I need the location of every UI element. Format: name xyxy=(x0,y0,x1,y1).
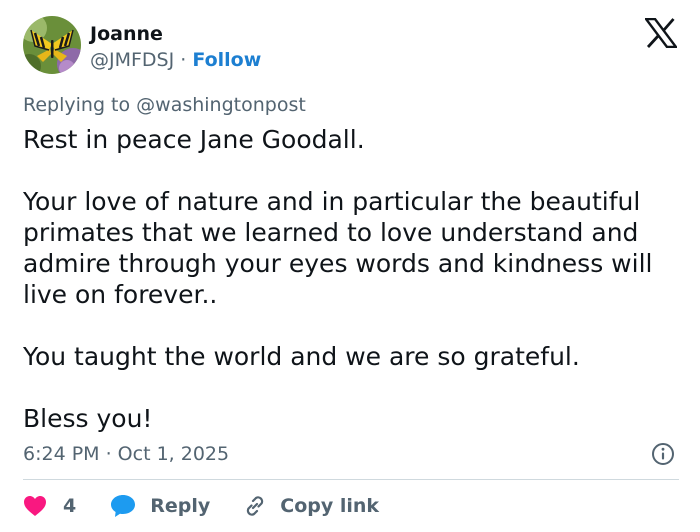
reply-button[interactable]: Reply xyxy=(110,494,210,518)
x-logo-icon[interactable] xyxy=(643,17,679,49)
action-bar: 4 Reply Copy link xyxy=(23,491,379,521)
divider xyxy=(23,479,679,480)
tweet-text: Rest in peace Jane Goodall. Your love of… xyxy=(23,124,683,434)
reply-label: Reply xyxy=(150,495,211,517)
tweet-paragraph: You taught the world and we are so grate… xyxy=(23,342,580,371)
handle-separator: · xyxy=(174,49,193,71)
avatar[interactable] xyxy=(23,16,81,74)
copy-link-label: Copy link xyxy=(280,495,380,517)
tweet-card: Joanne @JMFDSJ · Follow Replying to @was… xyxy=(0,0,700,532)
heart-icon xyxy=(24,496,46,516)
tweet-paragraph: Your love of nature and in particular th… xyxy=(23,187,653,309)
info-icon[interactable] xyxy=(651,442,675,466)
author-name[interactable]: Joanne xyxy=(90,22,163,46)
author-handle[interactable]: @JMFDSJ xyxy=(90,49,174,71)
tweet-paragraph: Rest in peace Jane Goodall. xyxy=(23,125,365,154)
like-button[interactable]: 4 xyxy=(23,495,76,517)
butterfly-avatar-image xyxy=(23,16,81,74)
like-count: 4 xyxy=(63,495,77,517)
author-handle-row: @JMFDSJ · Follow xyxy=(90,48,261,72)
tweet-timestamp[interactable]: 6:24 PM · Oct 1, 2025 xyxy=(23,442,229,466)
copy-link-button[interactable]: Copy link xyxy=(242,493,379,519)
reply-mention-link[interactable]: @washingtonpost xyxy=(136,94,306,116)
speech-bubble-icon xyxy=(111,495,136,517)
tweet-paragraph: Bless you! xyxy=(23,404,153,433)
replying-to: Replying to @washingtonpost xyxy=(23,93,306,117)
link-icon xyxy=(247,496,264,516)
follow-button[interactable]: Follow xyxy=(192,49,261,71)
replying-prefix: Replying to xyxy=(23,94,137,116)
